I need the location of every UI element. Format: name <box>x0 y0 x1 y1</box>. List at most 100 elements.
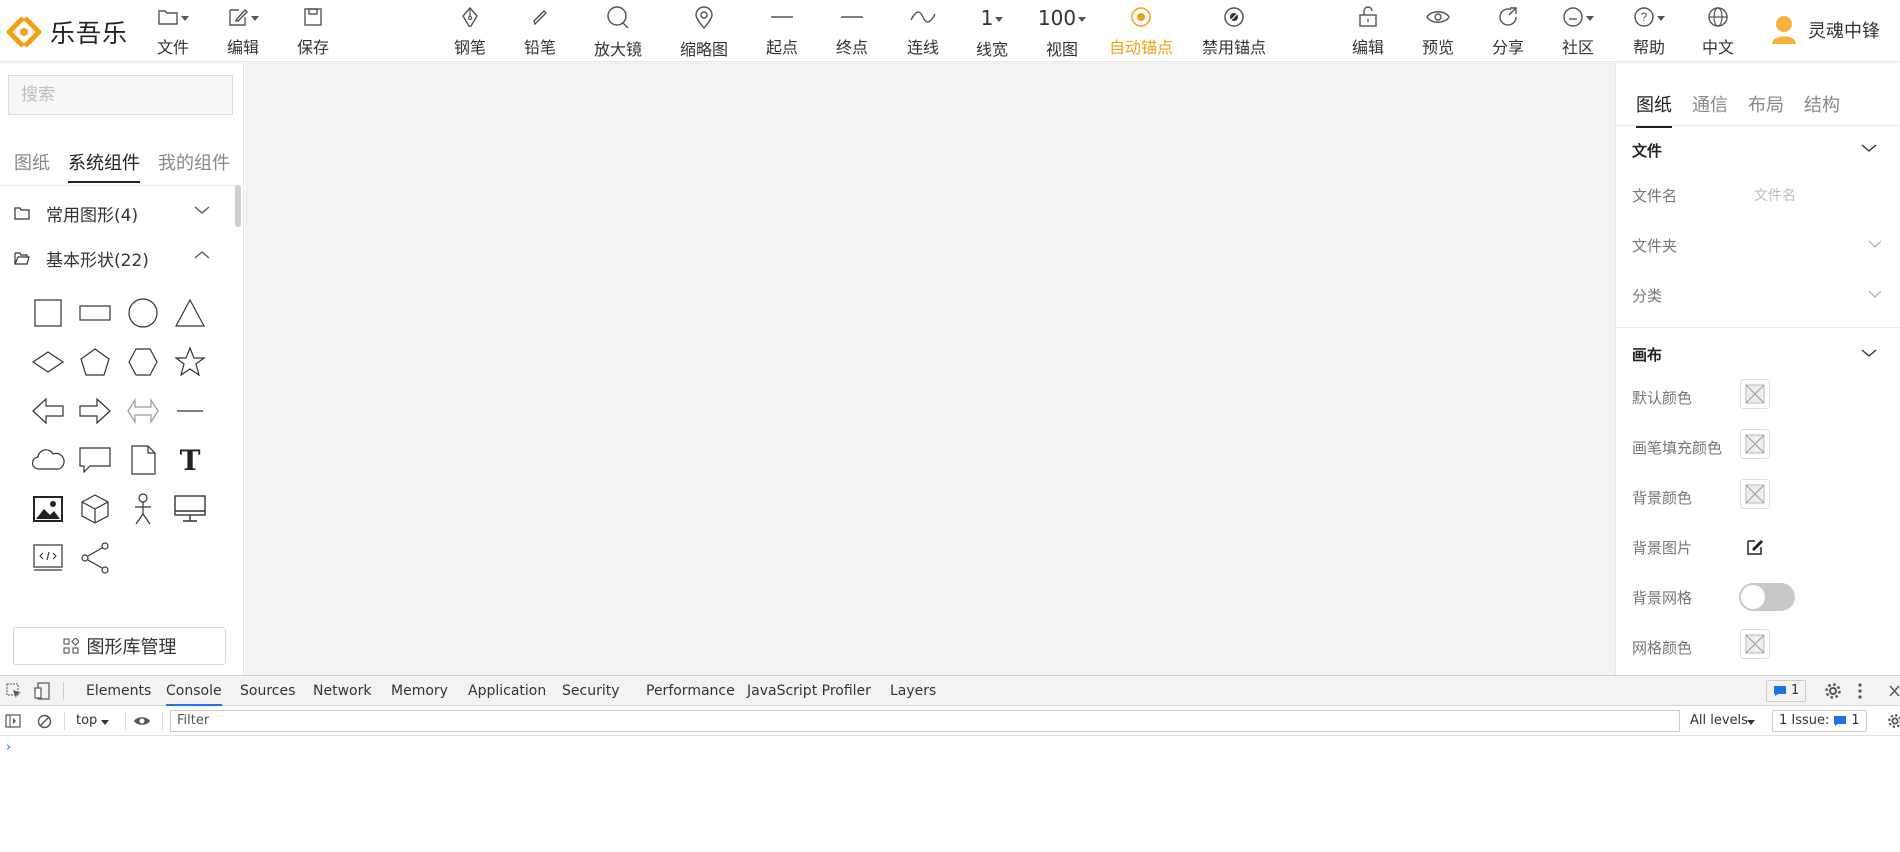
user-menu[interactable]: 灵魂中锋 <box>1770 14 1880 46</box>
language-button[interactable]: 中文 <box>1686 6 1750 58</box>
background-color-picker[interactable] <box>1740 479 1770 509</box>
language-label: 中文 <box>1701 38 1734 57</box>
cube-icon[interactable] <box>75 489 115 529</box>
code-icon[interactable] <box>28 538 68 578</box>
device-toolbar-icon[interactable] <box>34 682 50 700</box>
people-icon[interactable] <box>123 489 163 529</box>
tab-my-components[interactable]: 我的组件 <box>158 149 230 183</box>
clear-console-icon[interactable] <box>37 714 52 729</box>
pen-fill-color-picker[interactable] <box>1740 429 1770 459</box>
divider <box>125 712 126 730</box>
inspect-element-icon[interactable] <box>6 683 22 699</box>
devtools-tab-elements[interactable]: Elements <box>86 676 151 706</box>
text-icon[interactable]: T <box>170 440 210 480</box>
start-point-button[interactable]: 起点 <box>750 6 814 58</box>
message-icon[interactable] <box>75 440 115 480</box>
file-section-title[interactable]: 文件 <box>1632 140 1662 161</box>
console-filter-input[interactable]: Filter <box>170 710 1680 732</box>
chevron-down-icon[interactable] <box>1868 240 1882 248</box>
view-zoom-button[interactable]: 100 视图 <box>1030 6 1094 59</box>
sidebar-toggle-icon[interactable] <box>5 714 21 728</box>
community-button[interactable]: 社区 <box>1546 6 1610 58</box>
image-icon[interactable] <box>28 489 68 529</box>
context-selector[interactable]: top <box>76 706 97 736</box>
devtools-tab-security[interactable]: Security <box>562 676 620 706</box>
cloud-icon[interactable] <box>28 440 68 480</box>
messages-badge[interactable]: 1 <box>1766 680 1807 702</box>
canvas-section-title[interactable]: 画布 <box>1632 344 1662 365</box>
line-width-button[interactable]: 1 线宽 <box>960 6 1024 59</box>
log-levels-dropdown[interactable]: All levels <box>1690 706 1748 736</box>
default-color-picker[interactable] <box>1740 379 1770 409</box>
close-icon[interactable] <box>1888 684 1900 698</box>
devtools-tab-network[interactable]: Network <box>313 676 371 706</box>
computer-icon[interactable] <box>170 489 210 529</box>
shape-library-button[interactable]: 图形库管理 <box>13 627 226 665</box>
edit-mode-button[interactable]: 编辑 <box>1336 6 1400 58</box>
devtools-tab-layers[interactable]: Layers <box>890 676 936 706</box>
grid-color-picker[interactable] <box>1740 629 1770 659</box>
filename-input[interactable]: 文件名 <box>1754 185 1796 205</box>
connect-line-button[interactable]: 连线 <box>891 6 955 58</box>
background-grid-toggle[interactable] <box>1739 583 1795 611</box>
tab-structure[interactable]: 结构 <box>1804 91 1840 128</box>
tab-drawing[interactable]: 图纸 <box>1636 91 1672 128</box>
tab-layout[interactable]: 布局 <box>1748 91 1784 128</box>
chevron-down-icon[interactable] <box>1861 348 1877 358</box>
line-icon[interactable] <box>170 391 210 431</box>
chevron-down-icon[interactable] <box>1868 290 1882 298</box>
tab-communication[interactable]: 通信 <box>1692 91 1728 128</box>
more-vertical-icon[interactable] <box>1857 682 1863 700</box>
end-point-button[interactable]: 终点 <box>820 6 884 58</box>
devtools-tab-memory[interactable]: Memory <box>391 676 448 706</box>
pencil-tool-button[interactable]: 铅笔 <box>508 6 572 58</box>
file-menu-button[interactable]: 文件 <box>141 6 205 58</box>
help-button[interactable]: ? 帮助 <box>1617 6 1681 58</box>
app-logo[interactable]: 乐吾乐 <box>6 14 128 50</box>
share-node-icon[interactable] <box>75 538 115 578</box>
group-common-shapes[interactable]: 常用图形(4) <box>14 199 214 227</box>
file-icon[interactable] <box>123 440 163 480</box>
triangle-icon[interactable] <box>170 293 210 333</box>
star-icon[interactable] <box>170 342 210 382</box>
issues-badge[interactable]: 1 Issue: 1 <box>1772 710 1867 732</box>
devtools-tab-js-profiler[interactable]: JavaScript Profiler <box>747 676 871 706</box>
magnifier-button[interactable]: 放大镜 <box>586 6 650 59</box>
right-arrow-icon[interactable] <box>75 391 115 431</box>
group-basic-shapes[interactable]: 基本形状(22) <box>14 244 214 272</box>
auto-anchor-button[interactable]: 自动锚点 <box>1109 6 1173 58</box>
chevron-down-icon[interactable] <box>1861 143 1877 153</box>
drawing-canvas[interactable] <box>245 63 1615 675</box>
share-icon <box>1499 7 1517 26</box>
eye-icon[interactable] <box>133 715 151 727</box>
scrollbar[interactable] <box>235 185 241 227</box>
circle-icon[interactable] <box>123 293 163 333</box>
empty-color-icon <box>1745 434 1765 454</box>
edit-menu-button[interactable]: 编辑 <box>211 6 275 58</box>
rectangle-icon[interactable] <box>75 293 115 333</box>
tab-drawings[interactable]: 图纸 <box>14 149 50 183</box>
devtools-tab-sources[interactable]: Sources <box>240 676 295 706</box>
preview-button[interactable]: 预览 <box>1406 6 1470 58</box>
edit-icon[interactable] <box>1746 538 1764 556</box>
left-arrow-icon[interactable] <box>28 391 68 431</box>
square-icon[interactable] <box>28 293 68 333</box>
save-button[interactable]: 保存 <box>281 6 345 58</box>
hexagon-icon[interactable] <box>123 342 163 382</box>
pentagon-icon[interactable] <box>75 342 115 382</box>
devtools-tab-performance[interactable]: Performance <box>646 676 735 706</box>
double-arrow-icon[interactable] <box>123 391 163 431</box>
diamond-icon[interactable] <box>28 342 68 382</box>
share-button[interactable]: 分享 <box>1476 6 1540 58</box>
tab-system-components[interactable]: 系统组件 <box>68 149 140 183</box>
disable-anchor-button[interactable]: 禁用锚点 <box>1201 6 1267 58</box>
help-label: 帮助 <box>1632 38 1665 57</box>
search-input[interactable]: 搜索 <box>8 75 233 115</box>
gear-icon[interactable] <box>1887 713 1900 729</box>
devtools-tab-application[interactable]: Application <box>468 676 546 706</box>
devtools-tab-console[interactable]: Console <box>166 676 222 706</box>
thumbnail-button[interactable]: 缩略图 <box>672 6 736 59</box>
pen-tool-button[interactable]: 钢笔 <box>438 6 502 58</box>
gear-icon[interactable] <box>1824 682 1842 700</box>
console-prompt[interactable]: › <box>6 740 11 755</box>
